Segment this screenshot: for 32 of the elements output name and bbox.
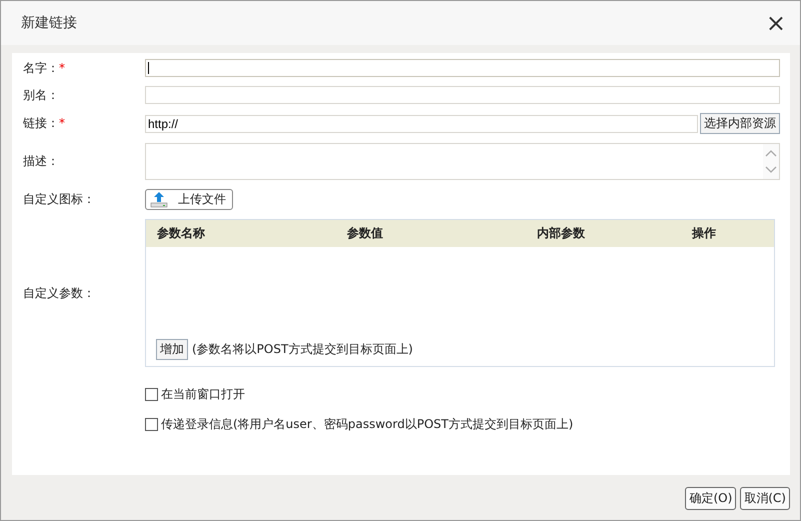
- column-header: 内部参数: [537, 225, 586, 242]
- field-label: 名字：*: [23, 60, 66, 76]
- checkbox-option[interactable]: 传递登录信息(将用户名user、密码password以POST方式提交到目标页面上): [145, 416, 780, 433]
- checkbox-option[interactable]: 在当前窗口打开: [145, 386, 780, 403]
- option-label: 传递登录信息(将用户名user、密码password以POST方式提交到目标页面上): [161, 416, 574, 433]
- upload-button[interactable]: 上传文件: [145, 189, 233, 210]
- dialog-button[interactable]: 确定(O): [685, 487, 736, 510]
- text-field[interactable]: [145, 86, 780, 104]
- scroll-up-icon[interactable]: [765, 148, 777, 157]
- column-header: 参数名称: [157, 225, 206, 242]
- field-label: 自定义参数：: [23, 284, 96, 302]
- column-header: 参数值: [347, 225, 384, 242]
- add-button[interactable]: 增加: [156, 339, 188, 360]
- dialog-button[interactable]: 取消(C): [740, 487, 790, 510]
- column-header: 操作: [692, 225, 717, 242]
- close-button[interactable]: ×: [766, 11, 786, 35]
- field-label: 链接：*: [23, 115, 66, 132]
- window-title: 新建链接: [21, 14, 77, 32]
- scroll-down-icon[interactable]: [765, 166, 777, 174]
- field-label: 自定义图标：: [23, 191, 96, 208]
- checkbox[interactable]: [145, 418, 158, 431]
- option-label: 在当前窗口打开: [161, 386, 245, 403]
- field-label: 描述：: [23, 153, 60, 170]
- checkbox[interactable]: [145, 388, 158, 401]
- link-field[interactable]: http://: [145, 114, 698, 132]
- field-label: 别名：: [23, 86, 60, 104]
- scrollbar[interactable]: [763, 144, 779, 179]
- select-resource-button[interactable]: 选择内部资源: [700, 113, 780, 134]
- description-field[interactable]: [145, 143, 780, 180]
- text-field[interactable]: [145, 59, 780, 77]
- hint-text: (参数名将以POST方式提交到目标页面上): [192, 341, 413, 358]
- upload-icon: [150, 191, 168, 208]
